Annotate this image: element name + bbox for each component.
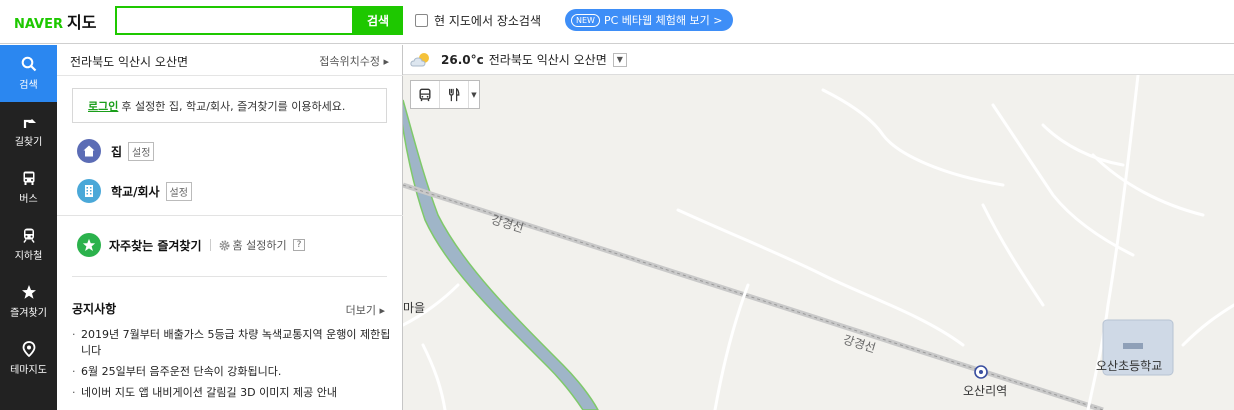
weather-location: 전라북도 익산시 오산면 (488, 53, 607, 67)
divider (57, 215, 403, 216)
divider (72, 276, 387, 277)
login-prompt-text: 후 설정한 집, 학교/회사, 즐겨찾기를 이용하세요. (121, 99, 346, 113)
favorite-star-icon (77, 233, 101, 257)
weather-temperature: 26.0°c (441, 52, 484, 67)
help-button[interactable]: ? (292, 239, 306, 251)
weather-bar: 26.0°c 전라북도 익산시 오산면 ▼ (403, 45, 1234, 75)
search-icon (21, 56, 36, 72)
area-search-label: 현 지도에서 장소검색 (434, 14, 541, 28)
nav-theme-map[interactable]: 테마지도 (0, 330, 57, 387)
logo-brand: NAVER (14, 17, 64, 32)
nav-directions[interactable]: 길찾기 (0, 102, 57, 159)
map-layer-tools: ▼ (410, 80, 480, 109)
bus-icon (23, 171, 34, 185)
map-background (403, 73, 1234, 410)
nav-theme-map-label: 테마지도 (10, 365, 47, 376)
work-row[interactable]: 학교/회사 설정 (77, 179, 192, 203)
work-set-button[interactable]: 설정 (165, 181, 192, 201)
search-panel: 전라북도 익산시 오산면 접속위치수정 ▸ 로그인 후 설정한 집, 학교/회사… (57, 45, 403, 410)
notice-more-link[interactable]: 더보기 ▸ (346, 302, 385, 318)
chevron-down-icon[interactable]: ▼ (612, 52, 627, 67)
nav-bus[interactable]: 버스 (0, 159, 57, 216)
home-label: 집 (111, 144, 123, 159)
gear-icon (219, 240, 229, 250)
restaurant-layer-button[interactable] (440, 81, 469, 108)
favorites-row: 자주찾는 즐겨찾기 홈 설정하기 ? (77, 233, 306, 257)
notice-item[interactable]: 6월 25일부터 음주운전 단속이 강화됩니다. (72, 364, 392, 380)
search-button[interactable]: 검색 (353, 6, 403, 35)
nav-directions-label: 길찾기 (14, 137, 43, 148)
work-label: 학교/회사 (111, 184, 160, 199)
home-set-button[interactable]: 설정 (128, 141, 155, 161)
area-search-toggle[interactable]: 현 지도에서 장소검색 (415, 12, 541, 29)
nav-favorites[interactable]: 즐겨찾기 (0, 273, 57, 330)
login-link[interactable]: 로그인 (88, 98, 118, 114)
notice-title: 공지사항 (72, 302, 117, 316)
logo-service: 지도 (67, 13, 97, 32)
home-settings-link[interactable]: 홈 설정하기 (219, 237, 287, 253)
top-bar: NAVER 지도 검색 현 지도에서 장소검색 NEW PC 베타웹 체험해 보… (0, 0, 1234, 44)
new-badge: NEW (571, 13, 600, 27)
left-nav: 검색 길찾기 버스 지하철 즐겨찾기 테마지도 (0, 45, 57, 410)
fork-knife-icon (449, 87, 460, 101)
notice-item[interactable]: 네이버 지도 앱 내비게이션 갈림길 3D 이미지 제공 안내 (72, 385, 392, 401)
transit-layer-button[interactable] (411, 81, 440, 108)
nav-search[interactable]: 검색 (0, 45, 57, 102)
notice-list: 2019년 7월부터 배출가스 5등급 차량 녹색교통지역 운행이 제한됩니다 … (72, 327, 392, 406)
school-label[interactable]: 오산초등학교 (1096, 357, 1162, 374)
notice-item[interactable]: 2019년 7월부터 배출가스 5등급 차량 녹색교통지역 운행이 제한됩니다 (72, 327, 392, 359)
directions-icon (23, 119, 36, 128)
location-fix-link[interactable]: 접속위치수정 ▸ (319, 53, 389, 69)
beta-web-button[interactable]: NEW PC 베타웹 체험해 보기 > (565, 9, 733, 31)
naver-map-logo[interactable]: NAVER 지도 (14, 9, 97, 32)
station-label[interactable]: 오산리역 (963, 382, 1007, 399)
chevron-down-icon[interactable]: ▼ (469, 81, 479, 108)
bus-icon (419, 88, 431, 101)
home-row[interactable]: 집 설정 (77, 139, 155, 163)
login-prompt: 로그인 후 설정한 집, 학교/회사, 즐겨찾기를 이용하세요. (72, 88, 387, 123)
favorites-label[interactable]: 자주찾는 즐겨찾기 (109, 237, 202, 254)
current-location: 전라북도 익산시 오산면 (70, 55, 189, 69)
home-settings-label: 홈 설정하기 (232, 239, 287, 252)
map-canvas[interactable]: 26.0°c 전라북도 익산시 오산면 ▼ ▼ 강경선 강경선 마을 오산리역 … (403, 45, 1234, 410)
village-label: 마을 (403, 301, 426, 315)
separator (209, 239, 211, 251)
nav-subway[interactable]: 지하철 (0, 216, 57, 273)
pin-icon (22, 341, 35, 357)
search-box (115, 6, 354, 35)
nav-search-label: 검색 (19, 80, 38, 91)
nav-subway-label: 지하철 (14, 251, 43, 262)
nav-favorites-label: 즐겨찾기 (10, 308, 47, 319)
partly-cloudy-icon (410, 52, 429, 66)
search-input[interactable] (117, 8, 352, 33)
beta-web-label: PC 베타웹 체험해 보기 > (603, 14, 723, 27)
area-search-checkbox[interactable] (415, 14, 428, 27)
location-row: 전라북도 익산시 오산면 접속위치수정 ▸ (57, 45, 403, 76)
nav-bus-label: 버스 (19, 194, 38, 205)
star-icon (21, 285, 36, 299)
subway-icon (22, 228, 35, 243)
home-icon (77, 139, 101, 163)
building-icon (77, 179, 101, 203)
